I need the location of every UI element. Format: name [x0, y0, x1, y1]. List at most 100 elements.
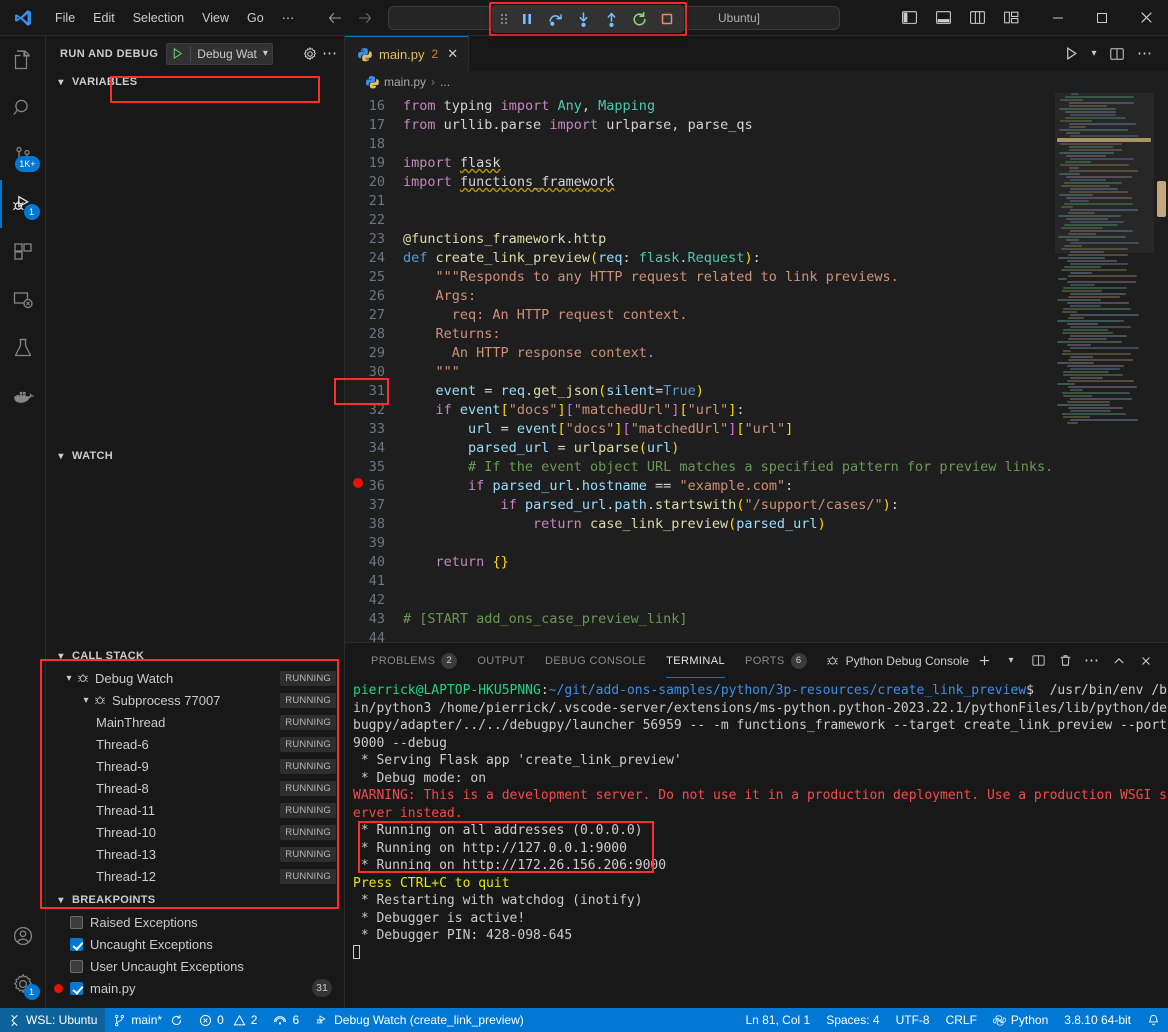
breakpoint-checkbox[interactable]	[70, 916, 83, 929]
activitybar-item-testing[interactable]	[0, 324, 46, 372]
go-forward-icon[interactable]	[357, 10, 373, 26]
line-number[interactable]: 37	[345, 496, 385, 515]
run-python-file-button[interactable]	[1058, 41, 1084, 67]
maximize-panel-button[interactable]	[1107, 649, 1131, 673]
code-line[interactable]: import flask	[403, 154, 1168, 173]
code-line[interactable]: import functions_framework	[403, 173, 1168, 192]
status-debug-session-indicator[interactable]: Debug Watch (create_link_preview)	[307, 1008, 532, 1032]
code-line[interactable]: url = event["docs"]["matchedUrl"]["url"]	[403, 420, 1168, 439]
status-problems-indicator[interactable]: 0 2	[191, 1008, 265, 1032]
go-back-icon[interactable]	[327, 10, 343, 26]
line-number-gutter[interactable]: 1617181920212223242526272829303132333435…	[345, 93, 397, 642]
line-number[interactable]: 33	[345, 420, 385, 439]
line-number[interactable]: 29	[345, 344, 385, 363]
code-line[interactable]: Returns:	[403, 325, 1168, 344]
breadcrumb-item-symbol[interactable]: ...	[440, 75, 450, 89]
minimap[interactable]	[1055, 93, 1154, 642]
section-header-variables[interactable]: ▾ VARIABLES	[46, 71, 344, 93]
code-line[interactable]	[403, 591, 1168, 610]
menu-more[interactable]: ⋯	[273, 7, 304, 28]
activitybar-item-source-control[interactable]: 1K+	[0, 132, 46, 180]
code-line[interactable]: return case_link_preview(parsed_url)	[403, 515, 1168, 534]
code-line[interactable]: # If the event object URL matches a spec…	[403, 458, 1168, 477]
window-close-button[interactable]	[1124, 1, 1168, 35]
launch-config-selector[interactable]: Debug Wat ▾	[166, 43, 273, 65]
activitybar-item-explorer[interactable]	[0, 36, 46, 84]
breakpoint-marker[interactable]	[353, 478, 363, 488]
breakpoint-row[interactable]: Uncaught Exceptions	[46, 933, 344, 955]
call-stack-row[interactable]: Thread-9RUNNING	[46, 755, 344, 777]
terminal-output[interactable]: pierrick@LAPTOP-HKU5PNNG:~/git/add-ons-s…	[345, 678, 1168, 1008]
code-line[interactable]: """	[403, 363, 1168, 382]
line-number[interactable]: 35	[345, 458, 385, 477]
code-line[interactable]: from typing import Any, Mapping	[403, 97, 1168, 116]
stop-button[interactable]	[654, 7, 680, 31]
editor-vertical-scrollbar[interactable]	[1154, 93, 1168, 642]
line-number[interactable]: 41	[345, 572, 385, 591]
code-line[interactable]	[403, 534, 1168, 553]
breakpoint-row[interactable]: main.py31	[46, 977, 344, 999]
menu-go[interactable]: Go	[238, 8, 273, 28]
scrollbar-thumb[interactable]	[1157, 181, 1166, 217]
sync-icon[interactable]	[170, 1014, 183, 1027]
drag-handle-icon[interactable]	[496, 12, 512, 26]
code-line[interactable]: Args:	[403, 287, 1168, 306]
call-stack-row[interactable]: Thread-12RUNNING	[46, 865, 344, 887]
status-eol[interactable]: CRLF	[938, 1008, 985, 1032]
call-stack-row[interactable]: Thread-8RUNNING	[46, 777, 344, 799]
window-maximize-button[interactable]	[1080, 1, 1124, 35]
debug-toolbar[interactable]	[492, 5, 684, 33]
panel-tab-ports[interactable]: PORTS6	[735, 643, 817, 678]
menu-view[interactable]: View	[193, 8, 238, 28]
code-line[interactable]: from urllib.parse import urlparse, parse…	[403, 116, 1168, 135]
menu-edit[interactable]: Edit	[84, 8, 124, 28]
status-cursor-position[interactable]: Ln 81, Col 1	[737, 1008, 818, 1032]
sidebar-more-icon[interactable]: ⋯	[322, 49, 338, 59]
line-number[interactable]: 34	[345, 439, 385, 458]
activitybar-item-extensions[interactable]	[0, 228, 46, 276]
code-line[interactable]	[403, 629, 1168, 642]
call-stack-row[interactable]: ▾Subprocess 77007RUNNING	[46, 689, 344, 711]
status-python-interpreter[interactable]: 3.8.10 64-bit	[1056, 1008, 1139, 1032]
status-language-mode[interactable]: Python	[985, 1008, 1056, 1032]
pause-button[interactable]	[514, 7, 540, 31]
chevron-down-icon[interactable]: ▾	[263, 48, 268, 59]
panel-tab-debug-console[interactable]: DEBUG CONSOLE	[535, 643, 656, 678]
line-number[interactable]: 24	[345, 249, 385, 268]
toggle-secondary-sidebar-button[interactable]	[962, 3, 992, 33]
chevron-down-icon[interactable]: ▾	[62, 673, 76, 684]
line-number[interactable]: 19	[345, 154, 385, 173]
line-number[interactable]: 43	[345, 610, 385, 629]
breadcrumb[interactable]: main.py › ...	[345, 71, 1168, 93]
code-line[interactable]: # [START add_ons_case_preview_link]	[403, 610, 1168, 629]
status-remote-indicator[interactable]: WSL: Ubuntu	[0, 1008, 105, 1032]
line-number[interactable]: 30	[345, 363, 385, 382]
editor-more-actions-button[interactable]: ⋯	[1132, 41, 1158, 67]
chevron-down-icon[interactable]: ▾	[79, 695, 93, 706]
line-number[interactable]: 23	[345, 230, 385, 249]
activitybar-item-search[interactable]	[0, 84, 46, 132]
play-icon[interactable]	[171, 47, 184, 60]
activitybar-item-accounts[interactable]	[0, 912, 46, 960]
breakpoint-row[interactable]: Raised Exceptions	[46, 911, 344, 933]
line-number[interactable]: 21	[345, 192, 385, 211]
code-line[interactable]: if event["docs"]["matchedUrl"]["url"]:	[403, 401, 1168, 420]
line-number[interactable]: 26	[345, 287, 385, 306]
panel-tab-terminal[interactable]: TERMINAL	[656, 643, 735, 678]
status-encoding[interactable]: UTF-8	[888, 1008, 938, 1032]
line-number[interactable]: 44	[345, 629, 385, 642]
line-number[interactable]: 25	[345, 268, 385, 287]
close-icon[interactable]: ✕	[447, 46, 458, 62]
code-line[interactable]	[403, 192, 1168, 211]
code-line[interactable]: """Responds to any HTTP request related …	[403, 268, 1168, 287]
code-line[interactable]: if parsed_url.hostname == "example.com":	[403, 477, 1168, 496]
status-indentation[interactable]: Spaces: 4	[818, 1008, 887, 1032]
activitybar-item-remote-explorer[interactable]	[0, 276, 46, 324]
window-minimize-button[interactable]	[1036, 1, 1080, 35]
line-number[interactable]: 17	[345, 116, 385, 135]
activitybar-item-docker[interactable]	[0, 372, 46, 420]
line-number[interactable]: 20	[345, 173, 385, 192]
close-panel-button[interactable]	[1134, 649, 1158, 673]
toggle-panel-button[interactable]	[928, 3, 958, 33]
activitybar-item-manage[interactable]: 1	[0, 960, 46, 1008]
